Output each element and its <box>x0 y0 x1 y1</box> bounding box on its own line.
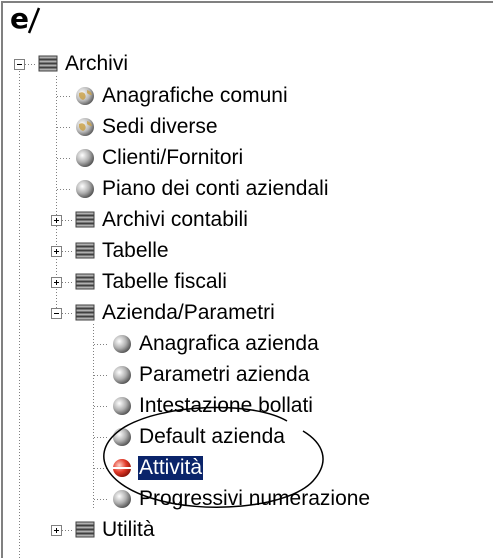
tree-item-label: Sedi diverse <box>102 115 218 138</box>
tree-item-label: Tabelle <box>102 239 169 262</box>
globe-icon <box>76 87 94 105</box>
globe-icon <box>76 118 94 136</box>
app-logo: e <box>7 2 41 36</box>
expand-toggle-tabelle[interactable] <box>51 246 62 257</box>
tree-item-label: Anagrafiche comuni <box>102 84 288 107</box>
tree-item-label: Attività <box>138 456 204 480</box>
logo-letter: e <box>10 2 29 35</box>
gray-ball-icon <box>113 366 131 384</box>
expand-toggle-azienda-parametri[interactable] <box>51 308 62 319</box>
gray-ball-icon <box>113 335 131 353</box>
tree-item-label: Archivi <box>65 52 129 75</box>
stack-icon <box>75 242 95 259</box>
gray-ball-icon <box>113 490 131 508</box>
tree-item-label: Anagrafica azienda <box>139 332 319 355</box>
tree-item-label: Progressivi numerazione <box>139 487 371 510</box>
gray-ball-icon <box>113 397 131 415</box>
stack-icon <box>75 304 95 321</box>
gray-ball-icon <box>113 428 131 446</box>
expand-toggle-utilita[interactable] <box>51 525 62 536</box>
tree-item-label: Archivi contabili <box>102 208 248 231</box>
tree-item-label: Utilità <box>102 518 155 541</box>
gray-ball-icon <box>76 180 94 198</box>
tree-item-label: Piano dei conti aziendali <box>102 177 329 200</box>
tree-item-label: Parametri azienda <box>139 363 310 386</box>
stack-icon <box>75 273 95 290</box>
tree-item-label: Intestazione bollati <box>139 394 313 417</box>
stack-icon <box>75 521 95 538</box>
expand-toggle-archivi[interactable] <box>14 59 25 70</box>
tree-panel: e Archivi Anagrafiche comuni Sedi divers… <box>1 1 493 558</box>
tree-item-label: Clienti/Fornitori <box>102 146 244 169</box>
stack-icon <box>38 55 58 72</box>
expand-toggle-tabelle-fiscali[interactable] <box>51 277 62 288</box>
stack-icon <box>75 211 95 228</box>
tree-item-label: Default azienda <box>139 425 285 448</box>
tree-item-label: Tabelle fiscali <box>102 270 227 293</box>
tree-item-label: Azienda/Parametri <box>102 301 275 324</box>
gray-ball-icon <box>76 149 94 167</box>
expand-toggle-archivi-contabili[interactable] <box>51 215 62 226</box>
red-ball-icon <box>113 459 131 477</box>
